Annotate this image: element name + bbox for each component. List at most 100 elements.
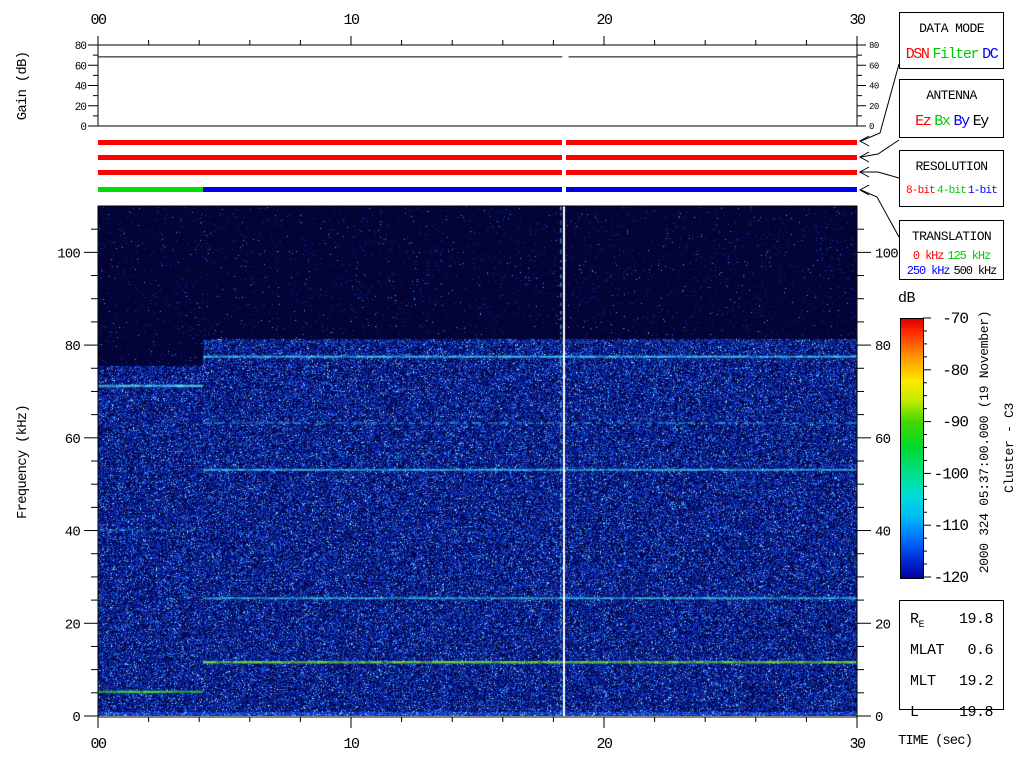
freq-left-label: 100 <box>57 246 80 262</box>
callout-arrowhead <box>858 184 870 196</box>
gain-right-label: 40 <box>869 82 879 92</box>
ephemeris-value: 0.6 <box>967 642 993 659</box>
gain-right-label: 20 <box>869 102 879 112</box>
ephemeris-value: 19.8 <box>958 611 994 628</box>
gain-right-label: 0 <box>869 122 874 132</box>
data-mode-value: DSN <box>905 46 930 63</box>
colorbar-label: -110 <box>934 517 969 535</box>
datetime-label: 2000 324 05:37:00.000 (19 November) <box>977 311 992 574</box>
time-axis-title: TIME (sec) <box>898 733 973 749</box>
antenna-value: Bx <box>934 113 951 130</box>
data-mode-values: DSN Filter DC <box>900 46 1003 63</box>
callout-arrowhead <box>858 135 870 147</box>
gain-right-label: 80 <box>869 41 879 51</box>
colorbar-label: -70 <box>942 310 968 328</box>
antenna-value: By <box>953 113 971 130</box>
wbd-spectrogram-figure: 00 00 10 10 20 20 30 30 0 0 20 20 40 40 60 60 80 80 0 0 20 20… <box>0 0 1024 768</box>
colorbar-label: -90 <box>942 414 968 432</box>
data-mode-title: DATA MODE <box>919 21 984 36</box>
ephemeris-label: MLAT <box>910 642 945 659</box>
translation-box: TRANSLATION 0 kHz 125 kHz 250 kHz 500 kHz <box>899 220 1004 280</box>
freq-right-label: 100 <box>875 246 898 262</box>
resolution-box: RESOLUTION 8-bit 4-bit 1-bit <box>899 150 1004 207</box>
callout-line <box>861 171 900 179</box>
bottom-time-label: 10 <box>343 736 360 753</box>
ephemeris-value: 19.2 <box>958 673 994 690</box>
status-bar-resolution <box>98 170 857 175</box>
translation-row: 0 kHz 125 kHz <box>900 249 1003 264</box>
callout-line <box>860 189 900 238</box>
top-time-label: 30 <box>849 12 866 29</box>
translation-title: TRANSLATION <box>911 229 992 244</box>
top-time-label: 00 <box>90 12 107 29</box>
status-bar-marker-gap <box>562 137 566 195</box>
freq-right-label: 20 <box>875 617 891 633</box>
colorbar-label: -80 <box>942 362 968 380</box>
ephemeris-row: MLT 19.2 <box>900 669 1003 700</box>
status-bar-antenna <box>98 155 857 160</box>
resolution-value: 4-bit <box>936 185 967 197</box>
spectrogram-canvas <box>98 206 857 716</box>
data-mode-value: DC <box>982 46 999 63</box>
resolution-value: 8-bit <box>905 185 936 197</box>
gain-left-label: 60 <box>75 61 87 73</box>
ephemeris-label: L <box>910 704 919 721</box>
top-time-label: 10 <box>343 12 360 29</box>
antenna-value: Ey <box>972 113 990 130</box>
resolution-value: 1-bit <box>968 185 998 197</box>
bottom-time-label: 20 <box>596 736 613 753</box>
gain-axis-title: Gain (dB) <box>15 52 31 120</box>
freq-left-label: 40 <box>65 525 81 541</box>
freq-right-label: 60 <box>875 432 891 448</box>
translation-value: 250 kHz <box>906 264 951 278</box>
data-mode-box: DATA MODE DSN Filter DC <box>899 12 1004 69</box>
gain-left-label: 80 <box>75 41 87 53</box>
resolution-title: RESOLUTION <box>915 159 988 174</box>
freq-left-label: 60 <box>65 432 81 448</box>
ephemeris-value: 19.8 <box>958 704 994 721</box>
bottom-time-label: 30 <box>849 736 866 753</box>
freq-left-label: 80 <box>65 339 81 355</box>
ephemeris-row: MLAT 0.6 <box>900 638 1003 669</box>
frequency-axis-title: Frequency (kHz) <box>15 405 31 519</box>
ephemeris-rows: RE 19.8 MLAT 0.6 MLT 19.2 L 19.8 <box>900 607 1003 731</box>
gain-left-label: 0 <box>80 122 86 134</box>
callout-arrowhead <box>858 151 870 163</box>
freq-right-label: 80 <box>875 339 891 355</box>
status-bar-translation <box>98 187 203 192</box>
freq-left-label: 20 <box>65 617 81 633</box>
translation-row: 250 kHz 500 kHz <box>900 264 1003 279</box>
colorbar-label: -120 <box>934 569 969 587</box>
antenna-title: ANTENNA <box>926 88 977 103</box>
spacecraft-label: Cluster - C3 <box>1002 403 1017 493</box>
translation-value: 125 kHz <box>947 249 991 263</box>
ephemeris-row: RE 19.8 <box>900 607 1003 638</box>
status-bar-data_mode <box>98 140 857 145</box>
ephemeris-label: RE <box>910 611 925 631</box>
freq-right-label: 40 <box>875 525 891 541</box>
translation-value: 0 kHz <box>912 249 945 263</box>
gain-right-label: 60 <box>869 61 879 71</box>
gain-left-label: 20 <box>75 102 87 114</box>
ephemeris-row: L 19.8 <box>900 700 1003 731</box>
ephemeris-label: MLT <box>910 673 936 690</box>
status-bar-translation <box>202 187 857 192</box>
colorbar-gradient <box>900 318 924 579</box>
gain-panel-frame <box>97 44 858 127</box>
callout-line <box>860 139 900 158</box>
antenna-value: Ez <box>915 113 932 130</box>
data-mode-value: Filter <box>932 46 980 63</box>
gain-left-label: 40 <box>75 82 87 94</box>
ephemeris-box: RE 19.8 MLAT 0.6 MLT 19.2 L 19.8 <box>899 600 1004 721</box>
resolution-values: 8-bit 4-bit 1-bit <box>900 185 1003 197</box>
bottom-time-label: 00 <box>90 736 107 753</box>
callout-arrowhead <box>858 166 870 178</box>
freq-right-label: 0 <box>875 710 883 726</box>
antenna-values: Ez Bx By Ey <box>900 113 1003 130</box>
colorbar-label: -100 <box>934 465 969 483</box>
freq-left-label: 0 <box>72 710 80 726</box>
colorbar-unit-label: dB <box>898 290 916 307</box>
callout-line <box>860 63 900 142</box>
antenna-box: ANTENNA Ez Bx By Ey <box>899 79 1004 138</box>
translation-value: 500 kHz <box>953 264 998 278</box>
